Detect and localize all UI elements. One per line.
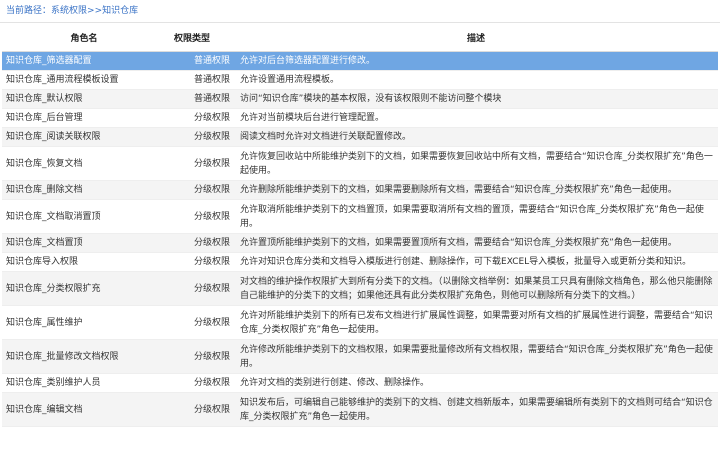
permission-type-cell: 分级权限: [166, 108, 234, 128]
breadcrumb-separator: >>: [87, 6, 103, 16]
permission-table: 角色名 权限类型 描述 知识仓库_筛选器配置 普通权限 允许对后台筛选器配置进行…: [2, 23, 718, 427]
description-cell: 知识发布后，可编辑自己能够维护的类别下的文档、创建文档新版本，如果需要编辑所有类…: [234, 392, 718, 427]
permission-type-cell: 分级权限: [166, 339, 234, 374]
table-row[interactable]: 知识仓库_筛选器配置 普通权限 允许对后台筛选器配置进行修改。: [2, 51, 718, 71]
permission-type-cell: 分级权限: [166, 392, 234, 427]
description-cell: 允许修改所能维护类别下的文档权限，如果需要批量修改所有文档权限，需要结合“知识仓…: [234, 339, 718, 374]
role-name-cell: 知识仓库_编辑文档: [2, 392, 166, 427]
description-cell: 允许恢复回收站中所能维护类别下的文档，如果需要恢复回收站中所有文档，需要结合“知…: [234, 146, 718, 181]
description-cell: 允许设置通用流程模板。: [234, 70, 718, 90]
description-cell: 允许对文档的类别进行创建、修改、删除操作。: [234, 373, 718, 393]
table-header-row: 角色名 权限类型 描述: [2, 23, 718, 52]
role-name-cell: 知识仓库_删除文档: [2, 180, 166, 200]
role-name-cell: 知识仓库_阅读关联权限: [2, 127, 166, 147]
permission-type-cell: 分级权限: [166, 233, 234, 253]
role-name-cell: 知识仓库导入权限: [2, 252, 166, 272]
permission-type-cell: 分级权限: [166, 127, 234, 147]
column-header-permission-type[interactable]: 权限类型: [166, 23, 234, 52]
permission-type-cell: 分级权限: [166, 271, 234, 306]
role-name-cell: 知识仓库_通用流程模板设置: [2, 70, 166, 90]
table-row[interactable]: 知识仓库_类别维护人员 分级权限 允许对文档的类别进行创建、修改、删除操作。: [2, 373, 718, 393]
role-name-cell: 知识仓库_后台管理: [2, 108, 166, 128]
table-row[interactable]: 知识仓库_阅读关联权限 分级权限 阅读文档时允许对文档进行关联配置修改。: [2, 127, 718, 147]
table-row[interactable]: 知识仓库_文档取消置顶 分级权限 允许取消所能维护类别下的文档置顶，如果需要取消…: [2, 199, 718, 234]
description-cell: 允许删除所能维护类别下的文档，如果需要删除所有文档，需要结合“知识仓库_分类权限…: [234, 180, 718, 200]
table-row[interactable]: 知识仓库导入权限 分级权限 允许对知识仓库分类和文档导入模版进行创建、删除操作，…: [2, 252, 718, 272]
table-row[interactable]: 知识仓库_后台管理 分级权限 允许对当前模块后台进行管理配置。: [2, 108, 718, 128]
permission-type-cell: 普通权限: [166, 51, 234, 71]
description-cell: 允许置顶所能维护类别下的文档，如果需要置顶所有文档，需要结合“知识仓库_分类权限…: [234, 233, 718, 253]
table-row[interactable]: 知识仓库_删除文档 分级权限 允许删除所能维护类别下的文档，如果需要删除所有文档…: [2, 180, 718, 200]
table-row[interactable]: 知识仓库_编辑文档 分级权限 知识发布后，可编辑自己能够维护的类别下的文档、创建…: [2, 392, 718, 427]
table-row[interactable]: 知识仓库_分类权限扩充 分级权限 对文档的维护操作权限扩大到所有分类下的文档。（…: [2, 271, 718, 306]
table-row[interactable]: 知识仓库_恢复文档 分级权限 允许恢复回收站中所能维护类别下的文档，如果需要恢复…: [2, 146, 718, 181]
role-name-cell: 知识仓库_批量修改文档权限: [2, 339, 166, 374]
description-cell: 允许对当前模块后台进行管理配置。: [234, 108, 718, 128]
description-cell: 允许取消所能维护类别下的文档置顶，如果需要取消所有文档的置顶，需要结合“知识仓库…: [234, 199, 718, 234]
description-cell: 访问“知识仓库”模块的基本权限，没有该权限则不能访问整个模块: [234, 89, 718, 109]
role-name-cell: 知识仓库_恢复文档: [2, 146, 166, 181]
column-header-description[interactable]: 描述: [234, 23, 718, 52]
description-cell: 对文档的维护操作权限扩大到所有分类下的文档。（以删除文档举例：如果某员工只具有删…: [234, 271, 718, 306]
role-name-cell: 知识仓库_筛选器配置: [2, 51, 166, 71]
permission-type-cell: 分级权限: [166, 252, 234, 272]
breadcrumb-current: 知识仓库: [102, 6, 139, 16]
table-row[interactable]: 知识仓库_通用流程模板设置 普通权限 允许设置通用流程模板。: [2, 70, 718, 90]
role-name-cell: 知识仓库_文档取消置顶: [2, 199, 166, 234]
description-cell: 允许对所能维护类别下的所有已发布文档进行扩展属性调整，如果需要对所有文档的扩展属…: [234, 305, 718, 340]
permission-type-cell: 分级权限: [166, 199, 234, 234]
breadcrumb: 当前路径：系统权限>>知识仓库: [0, 0, 720, 23]
table-row[interactable]: 知识仓库_属性维护 分级权限 允许对所能维护类别下的所有已发布文档进行扩展属性调…: [2, 305, 718, 340]
permission-type-cell: 分级权限: [166, 373, 234, 393]
role-name-cell: 知识仓库_类别维护人员: [2, 373, 166, 393]
description-cell: 允许对知识仓库分类和文档导入模版进行创建、删除操作，可下载EXCEL导入模板，批…: [234, 252, 718, 272]
table-row[interactable]: 知识仓库_批量修改文档权限 分级权限 允许修改所能维护类别下的文档权限，如果需要…: [2, 339, 718, 374]
permission-type-cell: 普通权限: [166, 70, 234, 90]
role-name-cell: 知识仓库_文档置顶: [2, 233, 166, 253]
role-name-cell: 知识仓库_分类权限扩充: [2, 271, 166, 306]
table-row[interactable]: 知识仓库_文档置顶 分级权限 允许置顶所能维护类别下的文档，如果需要置顶所有文档…: [2, 233, 718, 253]
permission-type-cell: 分级权限: [166, 305, 234, 340]
description-cell: 允许对后台筛选器配置进行修改。: [234, 51, 718, 71]
permission-type-cell: 普通权限: [166, 89, 234, 109]
table-row[interactable]: 知识仓库_默认权限 普通权限 访问“知识仓库”模块的基本权限，没有该权限则不能访…: [2, 89, 718, 109]
breadcrumb-prefix: 当前路径：: [6, 6, 52, 16]
role-name-cell: 知识仓库_属性维护: [2, 305, 166, 340]
column-header-role-name[interactable]: 角色名: [2, 23, 166, 52]
breadcrumb-link-system-permission[interactable]: 系统权限: [51, 6, 87, 16]
role-name-cell: 知识仓库_默认权限: [2, 89, 166, 109]
description-cell: 阅读文档时允许对文档进行关联配置修改。: [234, 127, 718, 147]
permission-type-cell: 分级权限: [166, 180, 234, 200]
permission-type-cell: 分级权限: [166, 146, 234, 181]
